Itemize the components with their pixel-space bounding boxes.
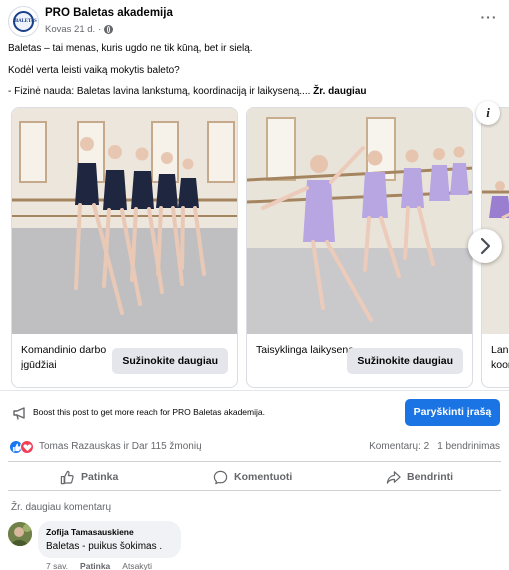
card-caption: Taisyklinga laikysena xyxy=(256,344,355,356)
page-name[interactable]: PRO Baletas akademija xyxy=(45,7,173,19)
love-reaction-icon xyxy=(20,440,34,454)
post-text-line-3-content: - Fizinė nauda: Baletas lavina lankstumą… xyxy=(8,86,314,97)
reactions-summary: Tomas Razauskas ir Dar 115 žmonių Koment… xyxy=(0,436,509,458)
ballet-photo-partial xyxy=(482,108,509,334)
comment-author[interactable]: Zofija Tamasauskiene xyxy=(46,527,134,537)
comments-count[interactable]: Komentarų: 2 xyxy=(369,441,429,452)
comment-label: Komentuoti xyxy=(234,471,293,483)
card-caption: Komandinio darbo įgūdžiai xyxy=(21,344,107,371)
comment-reply-button[interactable]: Atsakyti xyxy=(122,561,152,570)
ballet-photo-navy xyxy=(12,108,237,334)
comment-meta: 7 sav. Patinka Atsakyti xyxy=(46,561,164,570)
learn-more-button[interactable]: Sužinokite daugiau xyxy=(347,348,463,374)
carousel-card[interactable]: Komandinio darbo įgūdžiai Sužinokite dau… xyxy=(11,107,238,388)
engagement-stats: Komentarų: 2 1 bendrinimas xyxy=(369,441,500,452)
shares-count[interactable]: 1 bendrinimas xyxy=(437,441,500,452)
card-photo[interactable] xyxy=(482,108,509,334)
meta-separator: · xyxy=(98,24,102,35)
like-label: Patinka xyxy=(81,471,119,483)
post-date[interactable]: Kovas 21 d. xyxy=(45,24,95,35)
carousel: Komandinio darbo įgūdžiai Sužinokite dau… xyxy=(11,107,509,388)
action-bar: Patinka Komentuoti Bendrinti xyxy=(8,461,501,491)
megaphone-icon xyxy=(13,407,25,420)
more-options-button[interactable]: ··· xyxy=(477,10,501,26)
carousel-card[interactable]: Taisyklinga laikysena Sužinokite daugiau xyxy=(246,107,473,388)
share-button[interactable]: Bendrinti xyxy=(386,464,453,490)
post-header: BALETAS PRO Baletas akademija Kovas 21 d… xyxy=(8,6,501,40)
comment-like-button[interactable]: Patinka xyxy=(80,561,110,570)
boost-post-button[interactable]: Paryškinti įrašą xyxy=(405,399,500,426)
comment-text: Baletas - puikus šokimas . xyxy=(46,541,163,552)
like-button[interactable]: Patinka xyxy=(60,464,118,490)
boost-bar: Boost this post to get more reach for PR… xyxy=(0,390,509,434)
thumbs-up-icon xyxy=(60,470,74,484)
learn-more-button[interactable]: Sužinokite daugiau xyxy=(112,348,228,374)
see-more-link[interactable]: Žr. daugiau xyxy=(313,86,366,97)
page-logo: BALETAS xyxy=(13,11,37,32)
card-caption: Lanks koord xyxy=(491,344,509,371)
chevron-right-icon xyxy=(480,237,491,255)
ballet-photo-lilac xyxy=(247,108,472,334)
share-label: Bendrinti xyxy=(407,471,454,483)
info-icon[interactable]: i xyxy=(476,101,500,125)
card-photo[interactable] xyxy=(247,108,472,334)
comment-icon xyxy=(213,470,228,484)
reaction-names[interactable]: Tomas Razauskas ir Dar 115 žmonių xyxy=(39,441,202,452)
card-photo[interactable] xyxy=(12,108,237,334)
comment-age[interactable]: 7 sav. xyxy=(46,561,68,570)
globe-icon xyxy=(104,25,114,34)
reaction-icons[interactable] xyxy=(9,440,37,454)
post-text-line-3: - Fizinė nauda: Baletas lavina lankstumą… xyxy=(8,86,367,97)
commenter-avatar[interactable] xyxy=(8,522,32,546)
post-text-line-1: Baletas – tai menas, kuris ugdo ne tik k… xyxy=(8,43,253,54)
post-text-line-2: Kodėl verta leisti vaiką mokytis baleto? xyxy=(8,65,180,76)
page-avatar[interactable]: BALETAS xyxy=(8,6,39,37)
boost-text: Boost this post to get more reach for PR… xyxy=(33,407,265,417)
view-more-comments-link[interactable]: Žr. daugiau komentarų xyxy=(11,502,111,513)
comment-button[interactable]: Komentuoti xyxy=(213,464,292,490)
carousel-next-button[interactable] xyxy=(468,229,502,263)
comment-bubble: Zofija Tamasauskiene Baletas - puikus šo… xyxy=(38,521,181,558)
post-meta: Kovas 21 d. · xyxy=(45,24,114,35)
share-icon xyxy=(386,470,401,484)
